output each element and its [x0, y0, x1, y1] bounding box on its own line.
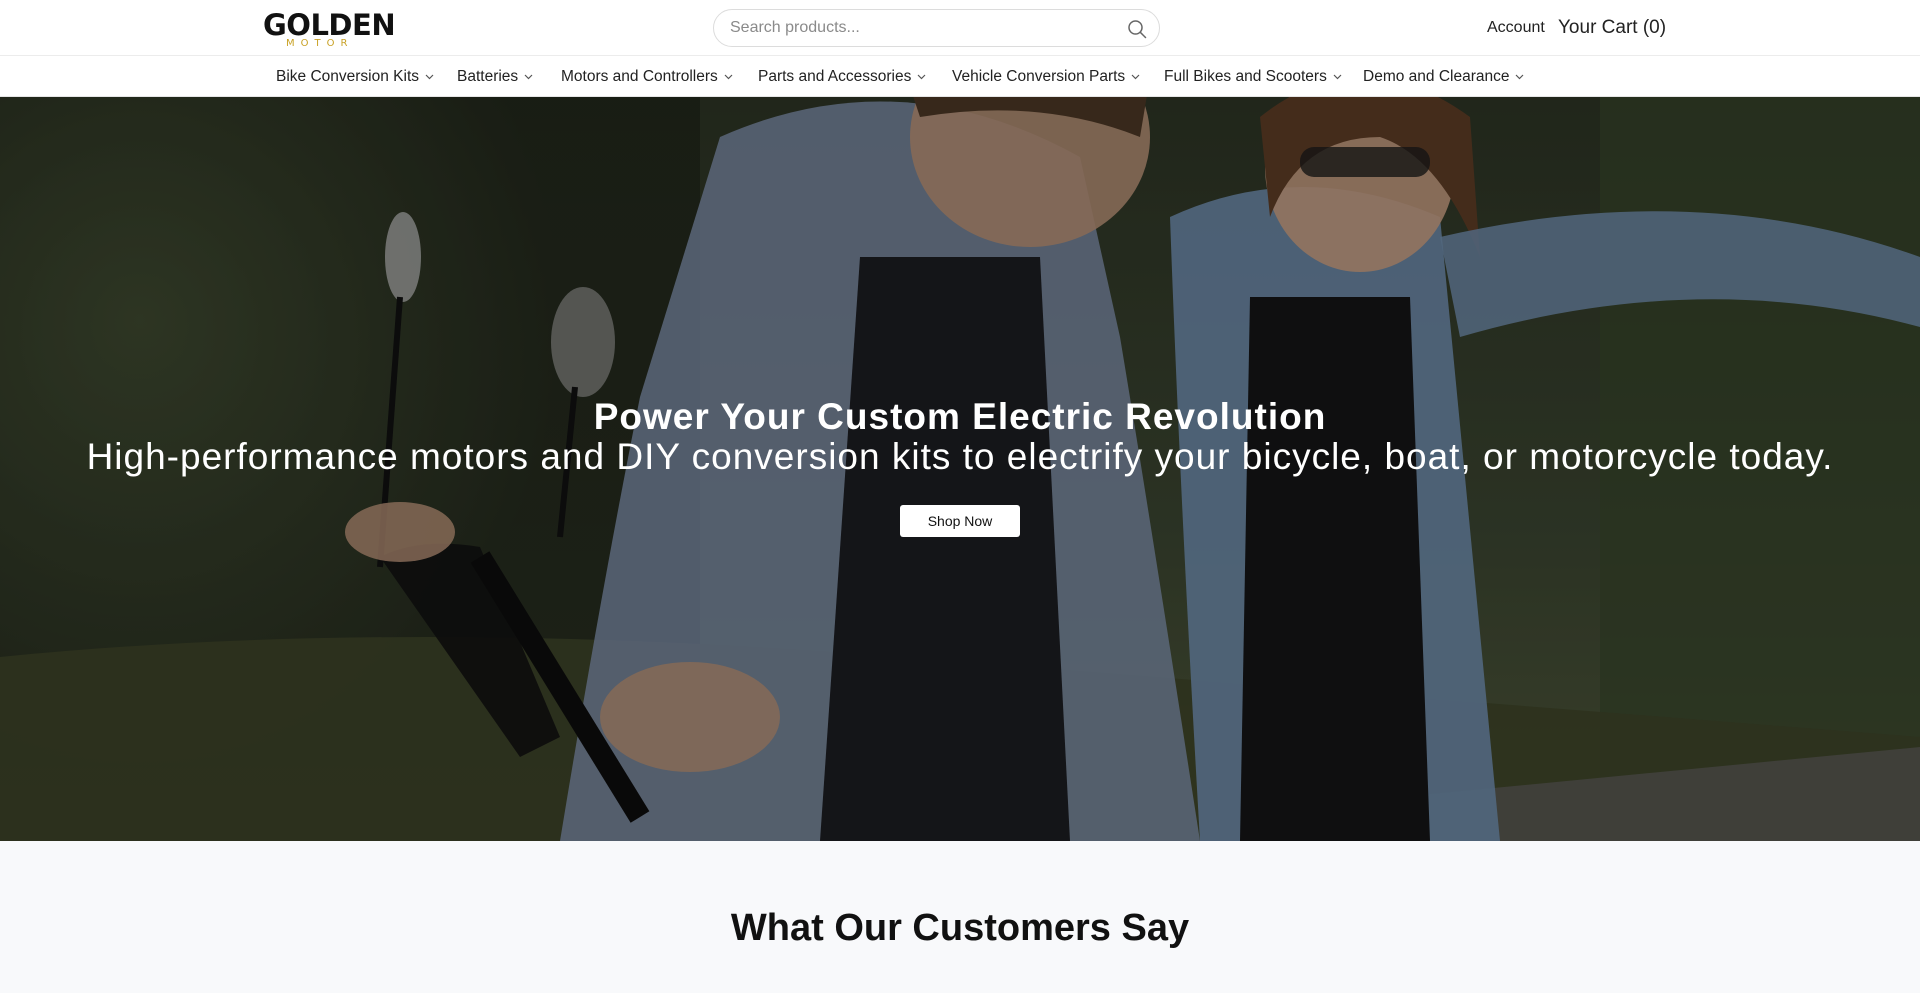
nav-item-batteries[interactable]: Batteries [457, 56, 533, 97]
cart-link[interactable]: Your Cart (0) [1558, 16, 1666, 40]
shop-now-button[interactable]: Shop Now [900, 505, 1020, 537]
chevron-down-icon [1333, 74, 1342, 79]
hero-banner: Power Your Custom Electric Revolution Hi… [0, 97, 1920, 841]
nav-item-label: Demo and Clearance [1363, 67, 1510, 85]
nav-item-label: Motors and Controllers [561, 67, 718, 85]
hero-subtitle: High-performance motors and DIY conversi… [86, 436, 1834, 477]
testimonials-title: What Our Customers Say [730, 907, 1190, 949]
nav-item-vehicle-conversion-parts[interactable]: Vehicle Conversion Parts [952, 56, 1140, 97]
chevron-down-icon [425, 74, 434, 79]
testimonials-section: What Our Customers Say [0, 841, 1920, 993]
hero-title: Power Your Custom Electric Revolution [593, 396, 1327, 437]
nav-item-label: Full Bikes and Scooters [1164, 67, 1327, 85]
chevron-down-icon [1516, 74, 1524, 79]
nav-item-motors-and-controllers[interactable]: Motors and Controllers [561, 56, 733, 97]
logo-subtext: MOTOR [286, 38, 354, 49]
brand-logo[interactable]: GOLDEN MOTOR [263, 10, 396, 49]
main-nav: Bike Conversion Kits Batteries Motors an… [0, 56, 1920, 97]
nav-item-bike-conversion-kits[interactable]: Bike Conversion Kits [276, 56, 434, 97]
nav-item-label: Batteries [457, 67, 519, 85]
logo-wordmark: GOLDEN [263, 8, 396, 42]
site-header: GOLDEN MOTOR Account Your Cart (0) [0, 0, 1920, 56]
chevron-down-icon [1131, 74, 1140, 79]
chevron-down-icon [524, 74, 533, 79]
chevron-down-icon [917, 74, 926, 79]
nav-item-full-bikes-and-scooters[interactable]: Full Bikes and Scooters [1164, 56, 1342, 97]
search-icon[interactable] [1127, 19, 1147, 39]
nav-item-label: Parts and Accessories [758, 67, 912, 85]
search-input[interactable] [730, 10, 1110, 46]
chevron-down-icon [724, 74, 733, 79]
account-link[interactable]: Account [1487, 18, 1545, 38]
nav-item-parts-and-accessories[interactable]: Parts and Accessories [758, 56, 926, 97]
nav-item-label: Bike Conversion Kits [276, 67, 420, 85]
nav-item-demo-and-clearance[interactable]: Demo and Clearance [1363, 56, 1524, 97]
search-bar [713, 9, 1160, 47]
nav-item-label: Vehicle Conversion Parts [952, 67, 1126, 85]
